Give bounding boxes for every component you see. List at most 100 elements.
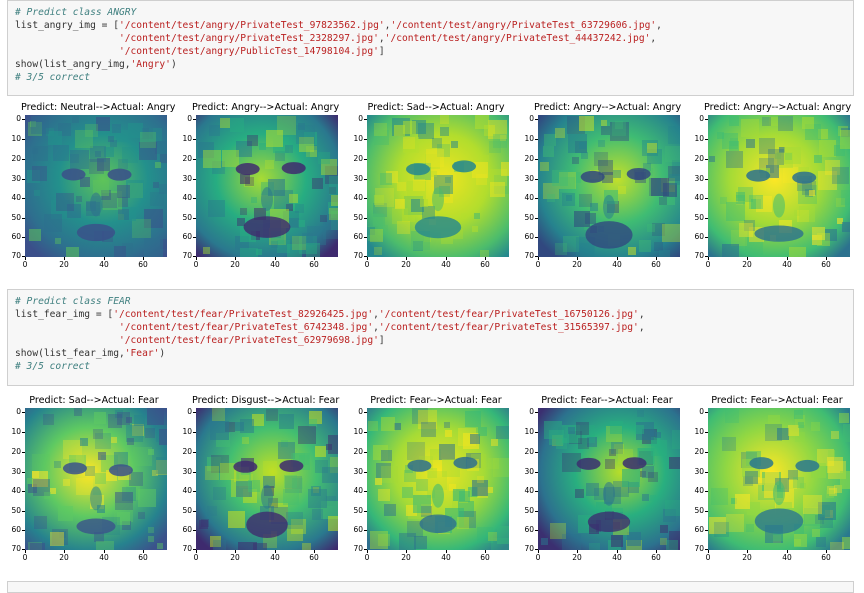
- figure-title: Predict: Fear-->Actual: Fear: [541, 395, 673, 406]
- y-tick-label: 30: [349, 175, 367, 183]
- figure-image: [538, 115, 680, 257]
- code-string: '/content/test/angry/PrivateTest_6372960…: [390, 20, 657, 31]
- y-tick-label: 30: [7, 468, 25, 476]
- y-tick-label: 50: [7, 214, 25, 222]
- code-line: list_fear_img = [ '/content/test/fear/Pri…: [15, 308, 853, 321]
- y-tick-label: 0: [178, 408, 196, 416]
- x-tick-label: 0: [528, 257, 548, 269]
- x-tick-label: 40: [777, 257, 797, 269]
- y-tick-label: 60: [349, 526, 367, 534]
- y-tick-label: 40: [690, 194, 708, 202]
- x-tick-label: 0: [528, 550, 548, 562]
- y-tick-label: 70: [690, 252, 708, 260]
- code-text: list_fear_img = [: [15, 309, 114, 320]
- y-tick-label: 70: [7, 252, 25, 260]
- x-tick-label: 60: [475, 257, 495, 269]
- figure-image: [708, 408, 850, 550]
- y-tick-label: 60: [520, 233, 538, 241]
- grayscale-face-image: [25, 408, 167, 550]
- x-tick-label: 60: [816, 550, 836, 562]
- x-tick-label: 0: [15, 550, 35, 562]
- y-tick-label: 30: [690, 175, 708, 183]
- x-tick-label: 40: [265, 257, 285, 269]
- y-tick-label: 30: [690, 468, 708, 476]
- code-cell-angry[interactable]: # Predict class ANGRY list_angry_img = ['…: [7, 0, 854, 96]
- x-tick-label: 20: [737, 257, 757, 269]
- y-tick-label: 30: [349, 468, 367, 476]
- code-string: '/content/test/fear/PrivateTest_6742348.…: [118, 322, 374, 333]
- y-tick-label: 0: [178, 115, 196, 123]
- figure-panel: Predict: Fear-->Actual: Fear 0 10 20 30 40 50 6…: [520, 394, 680, 562]
- y-tick-label: 60: [520, 526, 538, 534]
- y-tick-label: 20: [178, 155, 196, 163]
- code-line: show(list_angry_img,'Angry'): [15, 58, 853, 71]
- figure-title: Predict: Sad-->Actual: Fear: [29, 395, 159, 406]
- code-line: '/content/test/fear/PrivateTest_62979698…: [15, 334, 853, 347]
- code-line: # 3/5 correct: [15, 360, 853, 373]
- figure-image: [196, 115, 338, 257]
- y-tick-label: 50: [690, 507, 708, 515]
- y-tick-label: 60: [178, 526, 196, 534]
- y-tick-label: 20: [349, 448, 367, 456]
- code-text: ]: [378, 46, 385, 57]
- figure-title: Predict: Angry-->Actual: Angry: [704, 102, 852, 113]
- x-tick-label: 40: [777, 550, 797, 562]
- figure-image: [538, 408, 680, 550]
- y-tick-label: 50: [520, 214, 538, 222]
- y-tick-label: 20: [520, 155, 538, 163]
- y-tick-label: 0: [520, 115, 538, 123]
- figure-image: [25, 115, 167, 257]
- figure-panel: Predict: Angry-->Actual: Angry 0 10 20 30 40 5…: [178, 101, 339, 269]
- x-tick-label: 20: [396, 550, 416, 562]
- code-line: '/content/test/fear/PrivateTest_6742348.…: [15, 321, 853, 334]
- code-string: '/content/test/fear/PrivateTest_16750126…: [378, 309, 639, 320]
- code-string: '/content/test/angry/PrivateTest_9782356…: [118, 20, 385, 31]
- figure-panel: Predict: Fear-->Actual: Fear 0 10 20 30 40 50 6…: [690, 394, 850, 562]
- code-string: '/content/test/angry/PrivateTest_2328297…: [118, 33, 379, 44]
- y-tick-label: 30: [7, 175, 25, 183]
- code-text: show(list_fear_img,: [15, 348, 125, 359]
- grayscale-face-image: [25, 115, 167, 257]
- code-string: '/content/test/fear/PrivateTest_31565397…: [378, 322, 639, 333]
- x-tick-label: 60: [133, 257, 153, 269]
- figure-panel: Predict: Sad-->Actual: Fear 0 10 20 30 40 50 60…: [7, 394, 167, 562]
- code-text: ,: [650, 33, 657, 44]
- y-tick-label: 0: [7, 115, 25, 123]
- figure-panel: Predict: Sad-->Actual: Angry 0 10 20 30 40 50 6…: [349, 101, 509, 269]
- x-tick-label: 20: [567, 550, 587, 562]
- code-text: ): [170, 59, 177, 70]
- code-cell-next[interactable]: [7, 581, 854, 593]
- code-line: show(list_fear_img,'Fear'): [15, 347, 853, 360]
- grayscale-face-image: [196, 408, 338, 550]
- y-tick-label: 20: [690, 155, 708, 163]
- figure-panel: Predict: Angry-->Actual: Angry 0 10 20 30 40 5…: [690, 101, 852, 269]
- y-tick-label: 20: [7, 155, 25, 163]
- x-tick-label: 0: [186, 257, 206, 269]
- y-tick-label: 40: [7, 194, 25, 202]
- code-string: 'Fear': [124, 348, 160, 359]
- y-tick-label: 20: [690, 448, 708, 456]
- y-tick-label: 0: [7, 408, 25, 416]
- figure-title: Predict: Fear-->Actual: Fear: [370, 395, 502, 406]
- code-string: '/content/test/angry/PrivateTest_4443724…: [384, 33, 651, 44]
- code-text: list_angry_img = [: [15, 20, 119, 31]
- y-tick-label: 60: [7, 526, 25, 534]
- y-tick-label: 30: [178, 468, 196, 476]
- y-tick-label: 20: [7, 448, 25, 456]
- figure-image: [367, 115, 509, 257]
- y-tick-label: 70: [690, 545, 708, 553]
- y-tick-label: 50: [7, 507, 25, 515]
- code-string: '/content/test/angry/PublicTest_14798104…: [118, 46, 379, 57]
- code-text: ,: [638, 322, 645, 333]
- x-tick-label: 0: [357, 257, 377, 269]
- y-tick-label: 10: [349, 428, 367, 436]
- code-comment: # 3/5 correct: [15, 72, 91, 83]
- output-fear: Predict: Sad-->Actual: Fear 0 10 20 30 40 50 60…: [7, 394, 857, 569]
- x-tick-label: 40: [94, 257, 114, 269]
- y-tick-label: 10: [690, 135, 708, 143]
- code-cell-fear[interactable]: # Predict class FEAR list_fear_img = ['/c…: [7, 289, 854, 386]
- grayscale-face-image: [538, 115, 680, 257]
- y-tick-label: 10: [349, 135, 367, 143]
